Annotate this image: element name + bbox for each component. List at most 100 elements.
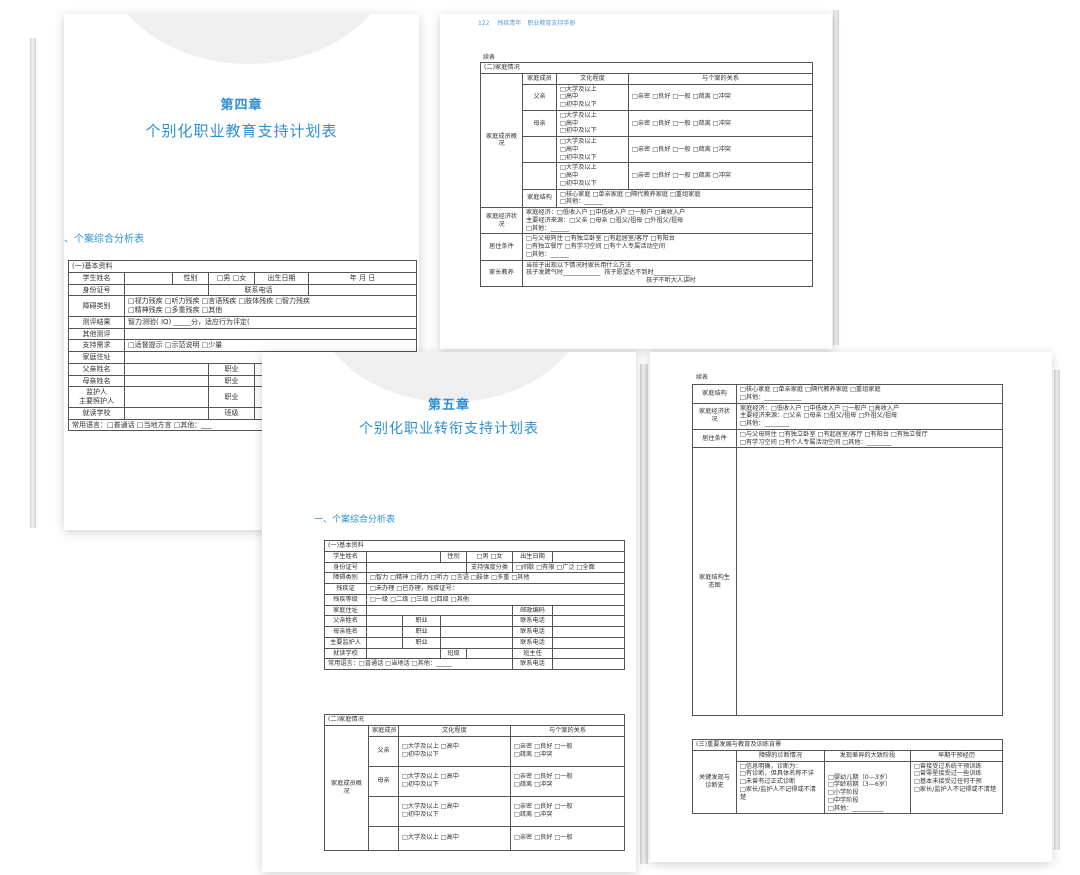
- edu-option: □初中及以下: [560, 153, 597, 161]
- early-option: □基本未接受过任何干预: [914, 778, 982, 785]
- edu-option: □初中及以下: [560, 127, 597, 135]
- label-job: 职业: [208, 362, 255, 376]
- support-options: □间歇 □有限 □广泛 □全面: [512, 561, 625, 574]
- label-postcode: 邮政编码: [512, 604, 553, 617]
- parenting-item: 孩子发脾气时____________: [526, 269, 601, 277]
- label-student-name: 学生姓名: [324, 550, 367, 563]
- edu-option: □高中: [560, 172, 579, 179]
- label-family-overview: 家庭成员概况: [324, 724, 369, 851]
- label-mother: 母亲: [522, 109, 557, 138]
- other-option: □其他：______: [560, 198, 603, 206]
- level-options: □一级 □二级 □三级 □四级 □其他: [366, 593, 625, 606]
- table-heading: (一)基本资料: [324, 540, 625, 552]
- book2-right-page: 续表 家庭结构 □核心家庭 □单亲家庭 □隔代教养家庭 □重组家庭 □其他：___…: [650, 352, 1052, 862]
- label-living-conditions: 居住条件: [692, 428, 737, 449]
- edu-option: □初中及以下: [560, 101, 597, 108]
- edu-option: □初中及以下: [402, 781, 439, 788]
- edu-option: □大学及以上 □高中: [402, 834, 459, 842]
- table-heading: (一)基本资料: [67, 260, 418, 273]
- label-test-result: 测评结果: [68, 315, 125, 329]
- label-address: 家庭住址: [68, 351, 125, 364]
- relationship-option: □亲密 □良好 □一般: [514, 743, 573, 751]
- label-support-category: 支持强度分类: [466, 561, 513, 574]
- label-id: 身份证号: [68, 283, 125, 297]
- edu-option: □初中及以下: [402, 751, 439, 758]
- label-economic-status: 家庭经济状况: [480, 206, 523, 235]
- edu-option: □大学及以上 □高中: [402, 773, 459, 781]
- edu-option: □高中: [560, 93, 579, 101]
- diagnosis-option: □家长/监护人不记得或不清楚: [740, 785, 816, 801]
- label-student-name: 学生姓名: [68, 271, 125, 285]
- label-father: 父亲: [368, 735, 399, 767]
- relationship-option: □疏离 □冲突: [514, 811, 553, 818]
- relationship-options: □亲密 □良好 □一般 □疏离 □冲突: [627, 83, 814, 111]
- label-gender: 性别: [440, 550, 467, 563]
- col-relationship: 与个案的关系: [627, 72, 814, 85]
- col-early-intervention: 早期干预经历: [909, 749, 1004, 762]
- col-member: 家庭成员: [368, 724, 399, 737]
- book2-right-edge: [1054, 370, 1060, 850]
- label-dob: 出生日期: [254, 271, 309, 285]
- continued-label: 续表: [696, 374, 709, 381]
- chapter-number: 第四章: [220, 98, 263, 113]
- section-title: 一、个案综合分析表: [64, 234, 144, 245]
- book1-right-page: 122 残疾青年 职业教育支持手册 续表 (二)家庭情况 家庭成员概况 家庭成员…: [440, 14, 832, 349]
- family-info-table-continued: 家庭结构 □核心家庭 □单亲家庭 □隔代教养家庭 □重组家庭 □其他：______…: [692, 384, 1003, 717]
- label-id: 身份证号: [324, 561, 367, 574]
- label-mother: 母亲姓名: [68, 374, 125, 388]
- label-school: 就读学校: [324, 647, 367, 660]
- label-support-need: 支持需求: [68, 339, 125, 352]
- label-father: 父亲姓名: [324, 615, 367, 627]
- label-phone: 联系电话: [512, 615, 553, 627]
- living-options: □与父母同住 □有独立卧室 □有起居室/客厅 □有阳台 □有独立餐厅: [740, 430, 928, 438]
- econ-options: 家庭经济：□低收入户 □中低收入户 □一般户 □高收入户: [526, 209, 686, 216]
- label-mother: 母亲姓名: [324, 626, 367, 638]
- book1-right-edge: [833, 10, 839, 345]
- diagnosis-option: □有诊断，但具体名称不详: [740, 770, 814, 778]
- relationship-option: □亲密 □良好 □一般: [514, 803, 573, 811]
- structure-options: □核心家庭 □单亲家庭 □隔代教养家庭 □重组家庭: [740, 386, 881, 393]
- label-key-findings: 关键发现与诊断史: [692, 749, 737, 815]
- col-education: 文化程度: [398, 724, 511, 737]
- relationship-options: □亲密 □良好 □一般 □疏离 □冲突: [627, 135, 814, 164]
- edu-option: □大学及以上 □高中: [402, 743, 459, 751]
- label-job: 职业: [402, 626, 441, 638]
- label-disability-type: 障碍类别: [324, 572, 367, 584]
- label-caregiver: 主要照护人: [79, 397, 114, 405]
- label-other-test: 其他测评: [68, 327, 125, 341]
- page-number: 122: [478, 20, 490, 27]
- stage-option: □中学阶段: [828, 796, 859, 804]
- other-option: □其他：______: [526, 250, 569, 258]
- label-certificate: 残疾证: [324, 583, 367, 595]
- label-dob: 出生日期: [512, 550, 553, 563]
- early-option: □曾零星接受过一些训练: [914, 770, 982, 778]
- continued-label: 续表: [483, 54, 496, 61]
- col-education: 文化程度: [556, 72, 629, 85]
- label-phone: 联系电话: [512, 626, 553, 638]
- label-phone: 联系电话: [208, 283, 309, 297]
- gender-options: □男 □女: [466, 550, 513, 563]
- relationship-option: □亲密 □良好 □一般: [514, 773, 573, 781]
- early-option: □家长/监护人不记得或不清楚: [914, 785, 997, 793]
- book-subtitle: 职业教育支持手册: [527, 20, 576, 27]
- test-result-value: 智力测验( IQ) _____分，适应行为评定(: [123, 315, 418, 329]
- chapter-number: 第五章: [427, 398, 470, 413]
- table-heading: (二)家庭情况: [323, 714, 626, 726]
- relationship-option: □疏离 □冲突: [514, 781, 553, 788]
- relationship-options: □亲密 □良好 □一般 □疏离 □冲突: [627, 109, 814, 138]
- label-guardian: 监护人: [86, 388, 107, 397]
- chapter-title: 个别化职业教育支持计划表: [145, 122, 338, 140]
- book2-spine: [640, 364, 648, 864]
- label-family-structure: 家庭结构: [522, 188, 557, 208]
- label-job: 职业: [402, 615, 441, 627]
- col-diagnosis: 障碍的诊断情况: [736, 749, 825, 762]
- stage-option: □学龄前期（3—6岁）: [828, 781, 892, 789]
- col-relationship: 与个案的关系: [509, 724, 626, 737]
- label-level: 残疾等级: [324, 593, 367, 606]
- parenting-item: 孩子愿望达不到时____________: [604, 269, 691, 277]
- label-eco-map: 家庭结构生态图: [692, 447, 737, 717]
- living-options: □有独立餐厅 □有学习空间 □有个人专属活动空间: [526, 243, 666, 250]
- edu-option: □初中及以下: [560, 179, 597, 187]
- label-economic-status: 家庭经济状况: [692, 402, 737, 430]
- label-class: 班级: [208, 406, 255, 420]
